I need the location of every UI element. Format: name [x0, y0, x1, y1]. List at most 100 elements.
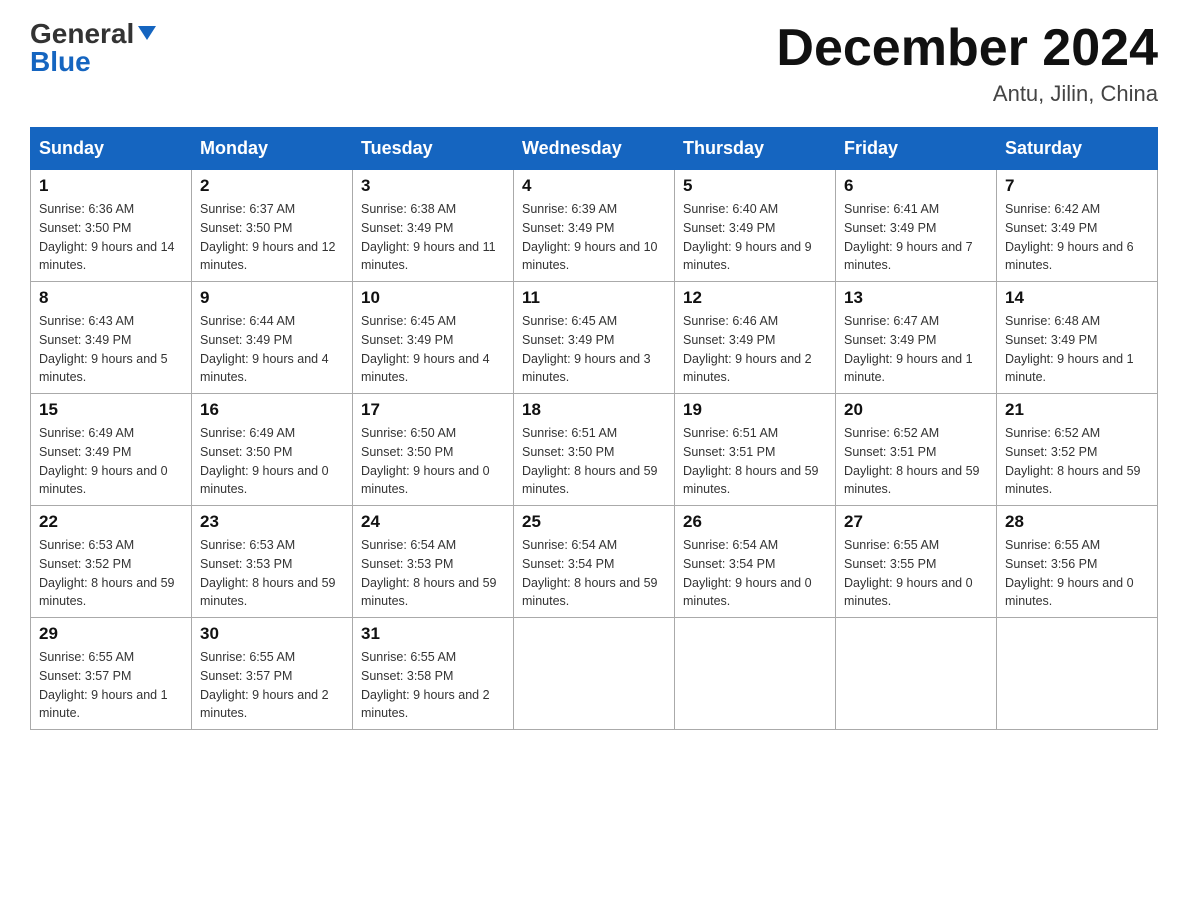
day-info: Sunrise: 6:51 AM Sunset: 3:51 PM Dayligh…	[683, 424, 827, 499]
calendar-cell: 6 Sunrise: 6:41 AM Sunset: 3:49 PM Dayli…	[836, 170, 997, 282]
day-number: 11	[522, 288, 666, 308]
day-info: Sunrise: 6:51 AM Sunset: 3:50 PM Dayligh…	[522, 424, 666, 499]
day-info: Sunrise: 6:55 AM Sunset: 3:55 PM Dayligh…	[844, 536, 988, 611]
day-info: Sunrise: 6:38 AM Sunset: 3:49 PM Dayligh…	[361, 200, 505, 275]
calendar-cell: 29 Sunrise: 6:55 AM Sunset: 3:57 PM Dayl…	[31, 618, 192, 730]
day-info: Sunrise: 6:48 AM Sunset: 3:49 PM Dayligh…	[1005, 312, 1149, 387]
day-number: 14	[1005, 288, 1149, 308]
calendar-cell: 19 Sunrise: 6:51 AM Sunset: 3:51 PM Dayl…	[675, 394, 836, 506]
day-number: 25	[522, 512, 666, 532]
day-number: 27	[844, 512, 988, 532]
day-number: 8	[39, 288, 183, 308]
day-info: Sunrise: 6:54 AM Sunset: 3:53 PM Dayligh…	[361, 536, 505, 611]
day-info: Sunrise: 6:42 AM Sunset: 3:49 PM Dayligh…	[1005, 200, 1149, 275]
week-row-1: 1 Sunrise: 6:36 AM Sunset: 3:50 PM Dayli…	[31, 170, 1158, 282]
day-header-wednesday: Wednesday	[514, 128, 675, 170]
logo: General Blue	[30, 20, 158, 78]
calendar-table: SundayMondayTuesdayWednesdayThursdayFrid…	[30, 127, 1158, 730]
day-info: Sunrise: 6:39 AM Sunset: 3:49 PM Dayligh…	[522, 200, 666, 275]
day-header-thursday: Thursday	[675, 128, 836, 170]
calendar-cell: 16 Sunrise: 6:49 AM Sunset: 3:50 PM Dayl…	[192, 394, 353, 506]
day-info: Sunrise: 6:44 AM Sunset: 3:49 PM Dayligh…	[200, 312, 344, 387]
calendar-header-row: SundayMondayTuesdayWednesdayThursdayFrid…	[31, 128, 1158, 170]
day-info: Sunrise: 6:45 AM Sunset: 3:49 PM Dayligh…	[361, 312, 505, 387]
day-info: Sunrise: 6:37 AM Sunset: 3:50 PM Dayligh…	[200, 200, 344, 275]
day-header-saturday: Saturday	[997, 128, 1158, 170]
day-number: 23	[200, 512, 344, 532]
day-info: Sunrise: 6:41 AM Sunset: 3:49 PM Dayligh…	[844, 200, 988, 275]
calendar-cell: 10 Sunrise: 6:45 AM Sunset: 3:49 PM Dayl…	[353, 282, 514, 394]
day-info: Sunrise: 6:36 AM Sunset: 3:50 PM Dayligh…	[39, 200, 183, 275]
day-number: 6	[844, 176, 988, 196]
day-number: 13	[844, 288, 988, 308]
calendar-cell: 23 Sunrise: 6:53 AM Sunset: 3:53 PM Dayl…	[192, 506, 353, 618]
day-number: 18	[522, 400, 666, 420]
calendar-cell: 12 Sunrise: 6:46 AM Sunset: 3:49 PM Dayl…	[675, 282, 836, 394]
day-info: Sunrise: 6:45 AM Sunset: 3:49 PM Dayligh…	[522, 312, 666, 387]
day-number: 28	[1005, 512, 1149, 532]
calendar-cell: 9 Sunrise: 6:44 AM Sunset: 3:49 PM Dayli…	[192, 282, 353, 394]
day-info: Sunrise: 6:54 AM Sunset: 3:54 PM Dayligh…	[683, 536, 827, 611]
calendar-cell: 13 Sunrise: 6:47 AM Sunset: 3:49 PM Dayl…	[836, 282, 997, 394]
day-info: Sunrise: 6:55 AM Sunset: 3:57 PM Dayligh…	[200, 648, 344, 723]
day-number: 19	[683, 400, 827, 420]
calendar-cell: 25 Sunrise: 6:54 AM Sunset: 3:54 PM Dayl…	[514, 506, 675, 618]
calendar-cell: 26 Sunrise: 6:54 AM Sunset: 3:54 PM Dayl…	[675, 506, 836, 618]
calendar-cell	[514, 618, 675, 730]
day-header-friday: Friday	[836, 128, 997, 170]
page-title: December 2024	[776, 20, 1158, 77]
day-info: Sunrise: 6:43 AM Sunset: 3:49 PM Dayligh…	[39, 312, 183, 387]
day-number: 31	[361, 624, 505, 644]
day-number: 26	[683, 512, 827, 532]
day-info: Sunrise: 6:55 AM Sunset: 3:58 PM Dayligh…	[361, 648, 505, 723]
day-number: 3	[361, 176, 505, 196]
day-number: 12	[683, 288, 827, 308]
day-info: Sunrise: 6:46 AM Sunset: 3:49 PM Dayligh…	[683, 312, 827, 387]
day-number: 10	[361, 288, 505, 308]
day-info: Sunrise: 6:49 AM Sunset: 3:50 PM Dayligh…	[200, 424, 344, 499]
calendar-cell: 30 Sunrise: 6:55 AM Sunset: 3:57 PM Dayl…	[192, 618, 353, 730]
day-header-sunday: Sunday	[31, 128, 192, 170]
logo-triangle-icon	[136, 22, 158, 44]
calendar-cell: 2 Sunrise: 6:37 AM Sunset: 3:50 PM Dayli…	[192, 170, 353, 282]
calendar-cell: 11 Sunrise: 6:45 AM Sunset: 3:49 PM Dayl…	[514, 282, 675, 394]
day-header-tuesday: Tuesday	[353, 128, 514, 170]
calendar-cell: 21 Sunrise: 6:52 AM Sunset: 3:52 PM Dayl…	[997, 394, 1158, 506]
calendar-cell: 5 Sunrise: 6:40 AM Sunset: 3:49 PM Dayli…	[675, 170, 836, 282]
calendar-cell	[675, 618, 836, 730]
calendar-cell: 20 Sunrise: 6:52 AM Sunset: 3:51 PM Dayl…	[836, 394, 997, 506]
day-number: 4	[522, 176, 666, 196]
day-number: 21	[1005, 400, 1149, 420]
calendar-cell: 15 Sunrise: 6:49 AM Sunset: 3:49 PM Dayl…	[31, 394, 192, 506]
day-info: Sunrise: 6:52 AM Sunset: 3:52 PM Dayligh…	[1005, 424, 1149, 499]
calendar-cell: 8 Sunrise: 6:43 AM Sunset: 3:49 PM Dayli…	[31, 282, 192, 394]
day-number: 22	[39, 512, 183, 532]
calendar-cell: 24 Sunrise: 6:54 AM Sunset: 3:53 PM Dayl…	[353, 506, 514, 618]
day-info: Sunrise: 6:53 AM Sunset: 3:53 PM Dayligh…	[200, 536, 344, 611]
day-info: Sunrise: 6:49 AM Sunset: 3:49 PM Dayligh…	[39, 424, 183, 499]
calendar-cell: 27 Sunrise: 6:55 AM Sunset: 3:55 PM Dayl…	[836, 506, 997, 618]
day-number: 29	[39, 624, 183, 644]
day-info: Sunrise: 6:52 AM Sunset: 3:51 PM Dayligh…	[844, 424, 988, 499]
day-number: 20	[844, 400, 988, 420]
day-number: 1	[39, 176, 183, 196]
day-info: Sunrise: 6:55 AM Sunset: 3:57 PM Dayligh…	[39, 648, 183, 723]
calendar-cell: 14 Sunrise: 6:48 AM Sunset: 3:49 PM Dayl…	[997, 282, 1158, 394]
page-header: General Blue December 2024 Antu, Jilin, …	[30, 20, 1158, 107]
day-number: 7	[1005, 176, 1149, 196]
week-row-4: 22 Sunrise: 6:53 AM Sunset: 3:52 PM Dayl…	[31, 506, 1158, 618]
calendar-cell: 7 Sunrise: 6:42 AM Sunset: 3:49 PM Dayli…	[997, 170, 1158, 282]
day-number: 16	[200, 400, 344, 420]
day-number: 17	[361, 400, 505, 420]
day-info: Sunrise: 6:53 AM Sunset: 3:52 PM Dayligh…	[39, 536, 183, 611]
week-row-5: 29 Sunrise: 6:55 AM Sunset: 3:57 PM Dayl…	[31, 618, 1158, 730]
day-number: 15	[39, 400, 183, 420]
logo-general: General	[30, 20, 134, 48]
calendar-cell: 4 Sunrise: 6:39 AM Sunset: 3:49 PM Dayli…	[514, 170, 675, 282]
calendar-cell: 1 Sunrise: 6:36 AM Sunset: 3:50 PM Dayli…	[31, 170, 192, 282]
day-number: 24	[361, 512, 505, 532]
day-info: Sunrise: 6:55 AM Sunset: 3:56 PM Dayligh…	[1005, 536, 1149, 611]
day-info: Sunrise: 6:47 AM Sunset: 3:49 PM Dayligh…	[844, 312, 988, 387]
logo-blue: Blue	[30, 46, 91, 78]
calendar-cell: 18 Sunrise: 6:51 AM Sunset: 3:50 PM Dayl…	[514, 394, 675, 506]
